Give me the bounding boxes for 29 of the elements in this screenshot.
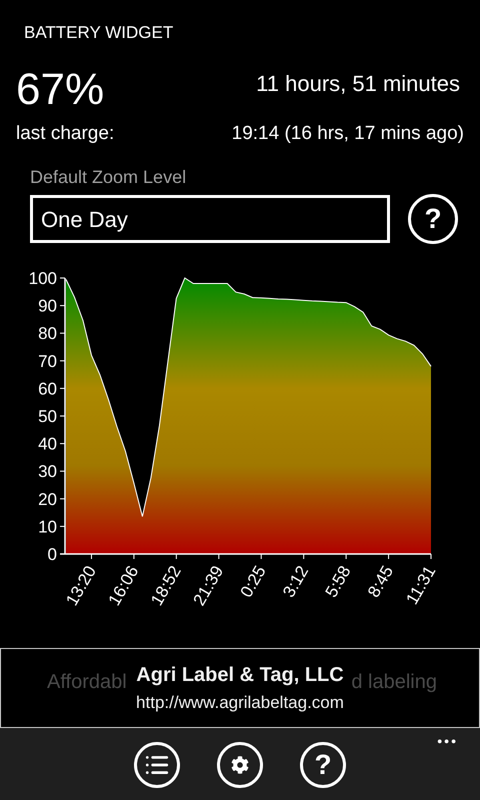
zoom-level-dropdown[interactable]: One Day: [30, 195, 390, 243]
ad-title: Agri Label & Tag, LLC: [136, 663, 344, 688]
y-tick-label: 20: [38, 490, 57, 509]
battery-percent: 67%: [16, 68, 104, 116]
ad-background-text: Affordabl: [47, 670, 127, 695]
y-tick-label: 30: [38, 462, 57, 482]
ad-url: http://www.agrilabeltag.com: [136, 692, 344, 714]
last-charge-label: last charge:: [16, 122, 114, 146]
y-tick-label: 10: [38, 517, 57, 536]
settings-button[interactable]: [217, 742, 263, 788]
app-title: BATTERY WIDGET: [24, 23, 174, 42]
zoom-level-label: Default Zoom Level: [30, 167, 186, 187]
y-tick-label: 70: [38, 352, 57, 371]
settings-icon: [231, 756, 249, 774]
help-button[interactable]: ?: [300, 742, 346, 788]
y-tick-label: 90: [38, 296, 57, 316]
y-tick-label: 40: [38, 434, 57, 454]
y-tick-label: 80: [38, 324, 57, 344]
more-button[interactable]: •••: [437, 731, 458, 752]
help-button[interactable]: ?: [408, 194, 458, 244]
y-tick-label: 0: [48, 545, 57, 564]
y-tick-label: 100: [28, 269, 57, 288]
ad-background-text: d labeling: [351, 670, 437, 695]
ad-banner[interactable]: Affordabl Agri Label & Tag, LLC d labeling http://www.agrilabeltag.com: [0, 648, 480, 728]
last-charge-value: 19:14 (16 hrs, 17 mins ago): [232, 122, 464, 146]
time-remaining: 11 hours, 51 minutes: [256, 70, 461, 98]
y-tick-label: 60: [38, 379, 57, 398]
list-button[interactable]: [134, 742, 180, 788]
y-tick-label: 50: [38, 407, 57, 426]
